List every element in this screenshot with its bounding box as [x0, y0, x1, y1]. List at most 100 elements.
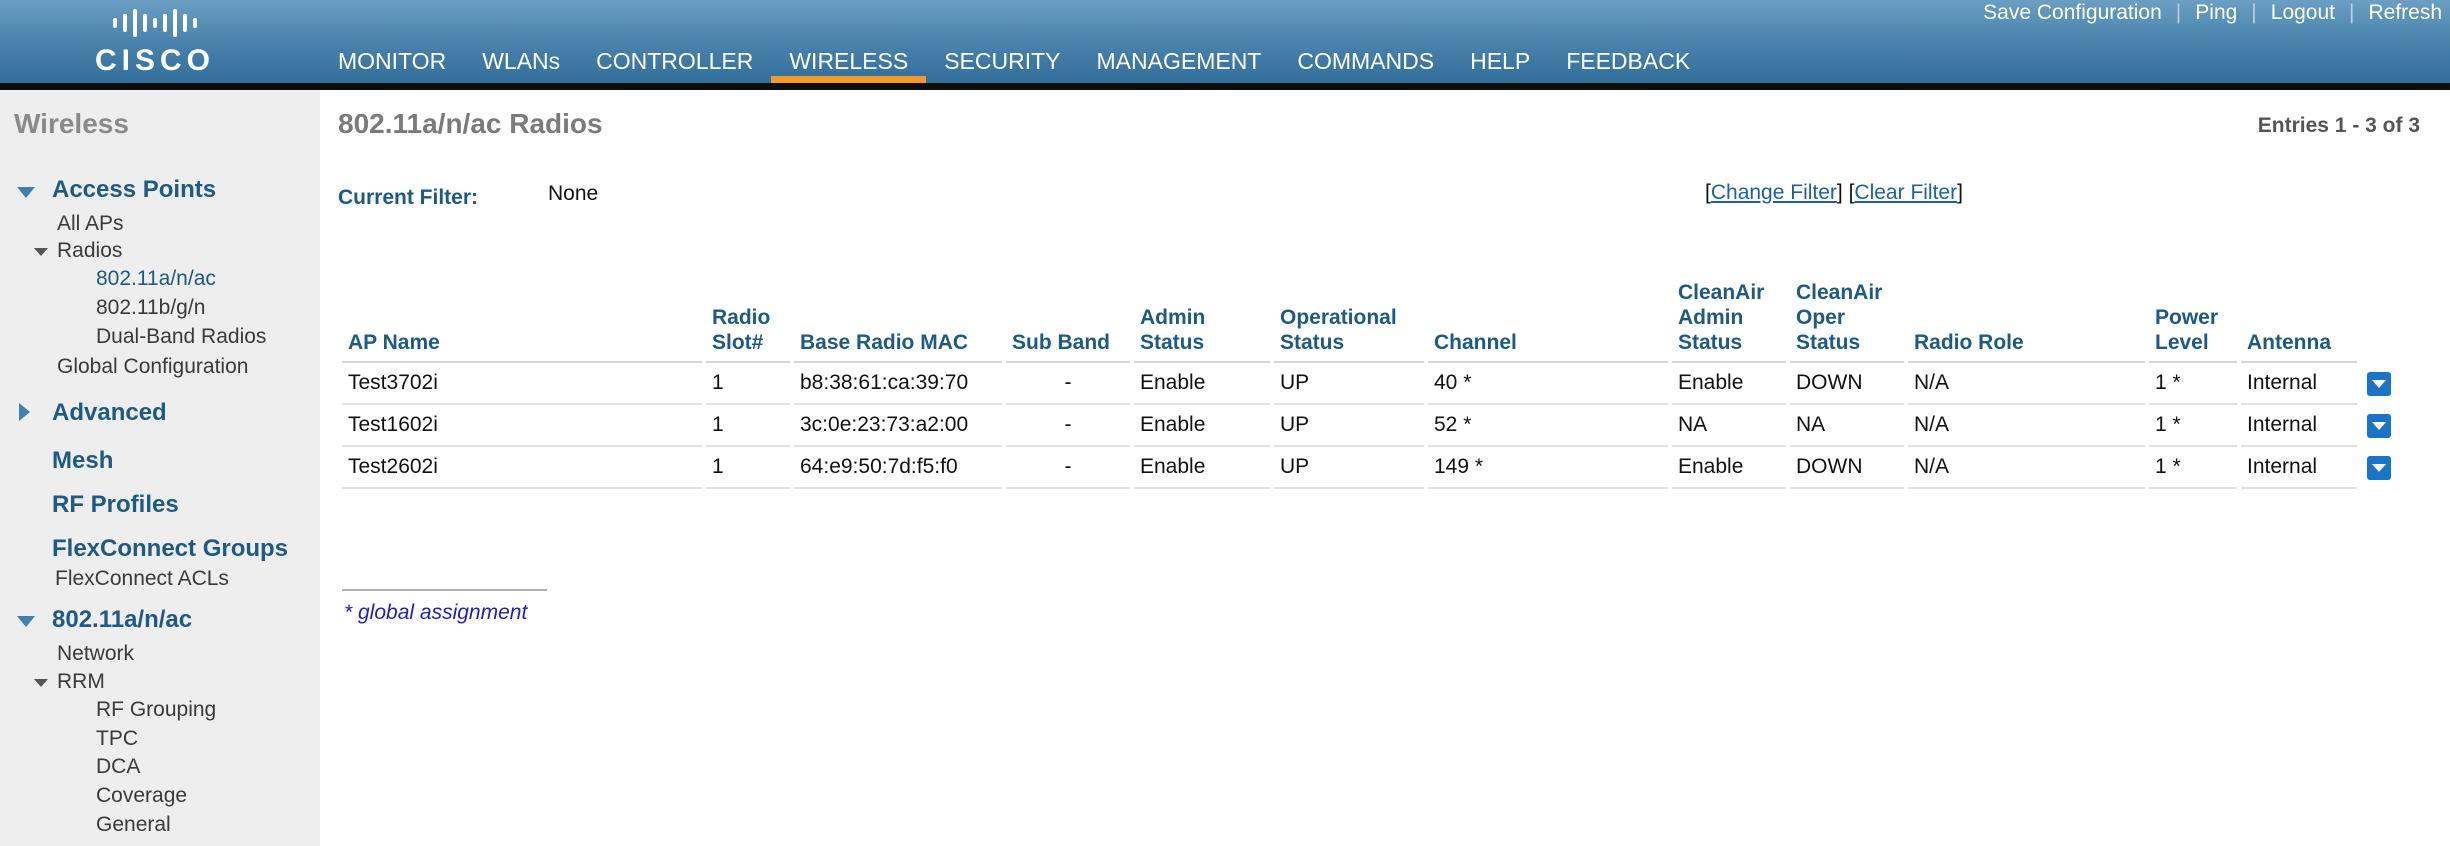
- table-row: Test2602i 1 64:e9:50:7d:f5:f0 - Enable U…: [342, 447, 2397, 489]
- row-actions: [2361, 405, 2397, 447]
- cell-power-level: 1 *: [2149, 405, 2237, 447]
- separator: |: [2349, 1, 2355, 24]
- ping-link[interactable]: Ping: [2195, 1, 2237, 25]
- separator: |: [2175, 1, 2182, 24]
- row-actions: [2361, 363, 2397, 405]
- cell-power-level: 1 *: [2149, 447, 2237, 489]
- refresh-link[interactable]: Refresh: [2368, 1, 2442, 25]
- cell-radio-role: N/A: [1908, 447, 2145, 489]
- col-admin-status: Admin Status: [1134, 280, 1270, 363]
- cell-cleanair-admin: NA: [1672, 405, 1786, 447]
- collapsed-triangle-icon[interactable]: [19, 403, 30, 421]
- clear-filter-link[interactable]: Clear Filter: [1854, 181, 1957, 204]
- col-radio-slot: Radio Slot#: [706, 280, 790, 363]
- sidebar-network[interactable]: Network: [57, 642, 134, 666]
- cell-mac: 64:e9:50:7d:f5:f0: [794, 447, 1002, 489]
- logout-link[interactable]: Logout: [2271, 1, 2335, 25]
- cell-channel: 40 *: [1428, 363, 1668, 405]
- sidebar-general[interactable]: General: [96, 813, 171, 837]
- sidebar-tpc[interactable]: TPC: [96, 727, 138, 751]
- col-antenna: Antenna: [2241, 280, 2357, 363]
- cell-admin-status: Enable: [1134, 363, 1270, 405]
- cisco-logo-bars-icon: [90, 6, 220, 40]
- footnote-global-assignment: * global assignment: [344, 601, 528, 624]
- cell-sub-band: -: [1006, 363, 1130, 405]
- cell-oper-status: UP: [1274, 447, 1424, 489]
- sidebar-radios[interactable]: Radios: [57, 239, 122, 263]
- sidebar-rf-profiles[interactable]: RF Profiles: [52, 491, 179, 519]
- sidebar-rrm[interactable]: RRM: [57, 670, 105, 694]
- cell-cleanair-oper: NA: [1790, 405, 1904, 447]
- nav-security[interactable]: SECURITY: [926, 43, 1078, 83]
- sidebar-80211a-section[interactable]: 802.11a/n/ac: [52, 606, 192, 634]
- sidebar-radio-80211a[interactable]: 802.11a/n/ac: [96, 267, 216, 291]
- dropdown-arrow-icon[interactable]: [2367, 456, 2391, 481]
- sidebar-flexconnect-groups[interactable]: FlexConnect Groups: [52, 535, 288, 563]
- sidebar-radio-80211b[interactable]: 802.11b/g/n: [96, 296, 205, 320]
- sidebar-global-configuration[interactable]: Global Configuration: [57, 355, 248, 379]
- col-channel: Channel: [1428, 280, 1668, 363]
- sidebar-all-aps[interactable]: All APs: [57, 212, 124, 236]
- save-configuration-link[interactable]: Save Configuration: [1983, 1, 2162, 25]
- nav-feedback[interactable]: FEEDBACK: [1548, 43, 1708, 83]
- expand-triangle-icon[interactable]: [17, 187, 35, 198]
- entries-count: Entries 1 - 3 of 3: [2257, 114, 2420, 137]
- col-power-level: Power Level: [2149, 280, 2237, 363]
- cell-antenna: Internal: [2241, 447, 2357, 489]
- nav-commands[interactable]: COMMANDS: [1279, 43, 1452, 83]
- current-filter-value: None: [548, 182, 599, 205]
- dropdown-arrow-icon[interactable]: [2367, 414, 2391, 439]
- row-actions: [2361, 447, 2397, 489]
- nav-management[interactable]: MANAGEMENT: [1079, 43, 1280, 83]
- sidebar-mesh[interactable]: Mesh: [52, 447, 113, 475]
- cell-oper-status: UP: [1274, 363, 1424, 405]
- sidebar-dca[interactable]: DCA: [96, 755, 140, 779]
- col-base-radio-mac: Base Radio MAC: [794, 280, 1002, 363]
- header-divider: [0, 83, 2450, 90]
- cell-slot: 1: [706, 447, 790, 489]
- sidebar-rf-grouping[interactable]: RF Grouping: [96, 698, 216, 722]
- cell-power-level: 1 *: [2149, 363, 2237, 405]
- expand-triangle-icon[interactable]: [34, 679, 48, 687]
- nav-help[interactable]: HELP: [1452, 43, 1548, 83]
- col-actions: [2361, 280, 2397, 363]
- main-content: 802.11a/n/ac Radios Entries 1 - 3 of 3 C…: [320, 90, 2450, 846]
- cell-ap-name[interactable]: Test3702i: [342, 363, 702, 405]
- cell-cleanair-oper: DOWN: [1790, 363, 1904, 405]
- cell-cleanair-admin: Enable: [1672, 363, 1786, 405]
- page-title: 802.11a/n/ac Radios: [338, 108, 603, 139]
- nav-controller[interactable]: CONTROLLER: [578, 43, 771, 83]
- cell-radio-role: N/A: [1908, 363, 2145, 405]
- nav-monitor[interactable]: MONITOR: [320, 43, 464, 83]
- sidebar-access-points[interactable]: Access Points: [52, 176, 216, 204]
- cell-ap-name[interactable]: Test1602i: [342, 405, 702, 447]
- nav-wireless[interactable]: WIRELESS: [771, 43, 927, 83]
- radios-table: AP Name Radio Slot# Base Radio MAC Sub Ba…: [338, 280, 2401, 489]
- sidebar-coverage[interactable]: Coverage: [96, 784, 187, 808]
- cell-mac: b8:38:61:ca:39:70: [794, 363, 1002, 405]
- sidebar-flexconnect-acls[interactable]: FlexConnect ACLs: [55, 567, 229, 591]
- footnote-divider: [342, 589, 547, 591]
- col-cleanair-oper-status: CleanAir Oper Status: [1790, 280, 1904, 363]
- expand-triangle-icon[interactable]: [34, 248, 48, 256]
- col-operational-status: Operational Status: [1274, 280, 1424, 363]
- table-header-row: AP Name Radio Slot# Base Radio MAC Sub Ba…: [342, 280, 2397, 363]
- col-cleanair-admin-status: CleanAir Admin Status: [1672, 280, 1786, 363]
- change-filter-link[interactable]: Change Filter: [1711, 181, 1837, 204]
- logo-text: CISCO: [94, 44, 215, 77]
- cell-antenna: Internal: [2241, 363, 2357, 405]
- cell-oper-status: UP: [1274, 405, 1424, 447]
- cell-admin-status: Enable: [1134, 447, 1270, 489]
- expand-triangle-icon[interactable]: [17, 616, 35, 627]
- table-row: Test1602i 1 3c:0e:23:73:a2:00 - Enable U…: [342, 405, 2397, 447]
- dropdown-arrow-icon[interactable]: [2367, 372, 2391, 397]
- cell-cleanair-admin: Enable: [1672, 447, 1786, 489]
- sidebar-advanced[interactable]: Advanced: [52, 399, 167, 427]
- nav-wlans[interactable]: WLANs: [464, 43, 578, 83]
- cell-ap-name[interactable]: Test2602i: [342, 447, 702, 489]
- cell-radio-role: N/A: [1908, 405, 2145, 447]
- filter-links: [Change Filter] [Clear Filter]: [1705, 181, 1963, 204]
- cell-channel: 149 *: [1428, 447, 1668, 489]
- col-ap-name: AP Name: [342, 280, 702, 363]
- sidebar-dual-band-radios[interactable]: Dual-Band Radios: [96, 325, 266, 349]
